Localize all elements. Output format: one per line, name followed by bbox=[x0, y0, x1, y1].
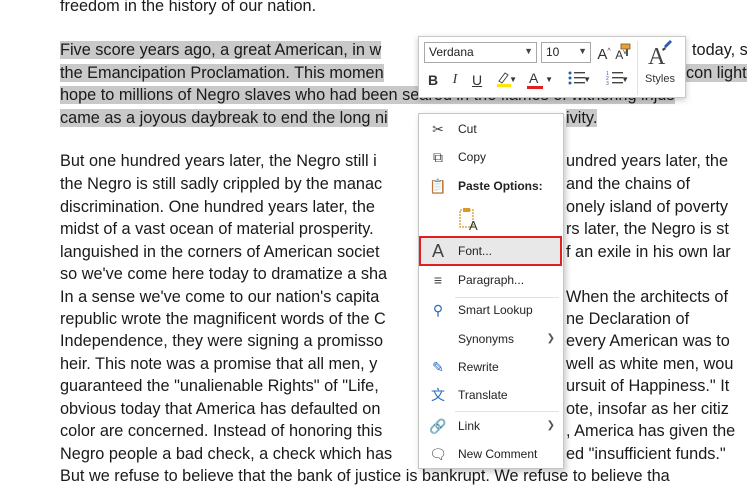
clipboard-icon: 📋 bbox=[429, 178, 447, 194]
comment-icon: 🗨 bbox=[429, 446, 447, 462]
doc-line-selected: Five score years ago, a great American, … bbox=[60, 41, 382, 59]
font-color-button[interactable]: A ▼ bbox=[527, 70, 553, 90]
chevron-right-icon: ❯ bbox=[546, 420, 555, 431]
doc-line-selected: came as a joyous daybreak to end the lon… bbox=[60, 109, 388, 127]
doc-fragment: undred years later, the bbox=[566, 152, 729, 170]
menu-item-copy[interactable]: ⧉ Copy bbox=[419, 145, 563, 169]
doc-fragment: ursuit of Happiness." It bbox=[566, 377, 730, 395]
doc-line: obvious today that America has defaulted… bbox=[60, 400, 381, 418]
context-menu: ✂ Cut ⧉ Copy 📋 Paste Options: A A Font..… bbox=[418, 113, 564, 469]
chevron-right-icon: ❯ bbox=[546, 333, 555, 344]
numbering-button[interactable]: 123 ▼ bbox=[601, 70, 629, 90]
doc-line: discrimination. One hundred years later,… bbox=[60, 198, 375, 216]
styles-icon: A bbox=[648, 40, 672, 70]
doc-line: heir. This note was a promise that all m… bbox=[60, 355, 378, 373]
rewrite-icon: ✎ bbox=[432, 359, 444, 375]
highlight-color-button[interactable]: ▼ bbox=[491, 70, 517, 90]
doc-line: freedom in the history of our nation. bbox=[60, 0, 317, 15]
menu-item-synonyms[interactable]: Synonyms ❯ bbox=[419, 327, 563, 351]
menu-item-new-comment[interactable]: 🗨 New Comment bbox=[419, 442, 563, 466]
doc-fragment: f an exile in his own lar bbox=[566, 243, 731, 261]
doc-fragment: rs later, the Negro is st bbox=[566, 220, 729, 238]
menu-item-link[interactable]: 🔗 Link ❯ bbox=[419, 414, 563, 438]
svg-text:A: A bbox=[469, 218, 478, 231]
svg-text:3: 3 bbox=[606, 81, 609, 86]
doc-fragment: well as white men, wou bbox=[566, 355, 734, 373]
doc-fragment: When the architects of bbox=[566, 288, 728, 306]
font-name-combobox[interactable]: Verdana ▼ bbox=[424, 42, 537, 63]
paragraph-icon: ≡ bbox=[433, 272, 443, 288]
menu-item-paste-options: 📋 Paste Options: bbox=[429, 178, 543, 194]
menu-item-rewrite[interactable]: ✎ Rewrite bbox=[419, 355, 563, 379]
doc-fragment: ne Declaration of bbox=[566, 310, 690, 328]
chevron-down-icon: ▼ bbox=[545, 75, 553, 84]
menu-item-cut[interactable]: ✂ Cut bbox=[419, 117, 563, 141]
doc-line: midst of a vast ocean of material prospe… bbox=[60, 220, 374, 238]
doc-line: color are concerned. Instead of honoring… bbox=[60, 422, 383, 440]
styles-label[interactable]: Styles bbox=[645, 73, 675, 85]
doc-line: republic wrote the magnificent words of … bbox=[60, 310, 386, 328]
doc-fragment: con light bbox=[686, 64, 747, 82]
menu-item-translate[interactable]: 文 Translate bbox=[419, 383, 563, 407]
doc-line: the Negro is still sadly crippled by the… bbox=[60, 175, 383, 193]
doc-fragment: ed "insufficient funds." bbox=[566, 445, 726, 463]
format-painter-icon bbox=[620, 43, 631, 56]
svg-text:A: A bbox=[648, 44, 666, 70]
paste-keep-text-only-button[interactable]: A bbox=[459, 207, 481, 233]
doc-line: languished in the corners of American so… bbox=[60, 243, 380, 261]
doc-line: Negro people a bad check, a check which … bbox=[60, 445, 393, 463]
translate-icon: 文 bbox=[431, 387, 445, 403]
underline-button[interactable]: U bbox=[468, 70, 486, 90]
mini-toolbar: Verdana ▼ 10 ▼ A^ Av B I U ▼ A ▼ ▼ 123 ▼… bbox=[418, 36, 686, 98]
chevron-down-icon: ▼ bbox=[621, 75, 629, 84]
font-icon: A bbox=[431, 241, 444, 261]
menu-item-smart-lookup[interactable]: ⚲ Smart Lookup bbox=[419, 298, 563, 322]
toolbar-separator bbox=[637, 41, 638, 95]
doc-line: guaranteed the "unalienable Rights" of "… bbox=[60, 377, 379, 395]
copy-icon: ⧉ bbox=[433, 149, 443, 165]
link-icon: 🔗 bbox=[429, 418, 447, 434]
doc-fragment: and the chains of bbox=[566, 175, 691, 193]
styles-button[interactable]: A bbox=[646, 40, 676, 70]
scissors-icon: ✂ bbox=[432, 121, 444, 137]
doc-fragment: , America has given the bbox=[566, 422, 736, 440]
doc-line: In a sense we've come to our nation's ca… bbox=[60, 288, 380, 306]
menu-divider bbox=[455, 411, 559, 412]
doc-line: so we've come here today to dramatize a … bbox=[60, 265, 388, 283]
format-painter-button[interactable] bbox=[618, 42, 636, 62]
doc-line: Independence, they were signing a promis… bbox=[60, 332, 384, 350]
doc-fragment: today, s bbox=[692, 41, 747, 59]
bullets-button[interactable]: ▼ bbox=[563, 70, 591, 90]
chevron-down-icon: ▼ bbox=[578, 46, 587, 56]
doc-line: But we refuse to believe that the bank o… bbox=[60, 467, 670, 485]
grow-font-button[interactable]: A^ bbox=[595, 42, 613, 63]
italic-button[interactable]: I bbox=[446, 70, 464, 90]
doc-fragment: ivity. bbox=[566, 109, 598, 127]
chevron-down-icon: ▼ bbox=[524, 46, 533, 56]
bold-button[interactable]: B bbox=[424, 70, 442, 90]
doc-line-selected: the Emancipation Proclamation. This mome… bbox=[60, 64, 384, 82]
menu-item-font[interactable]: A Font... bbox=[419, 239, 563, 263]
font-size-combobox[interactable]: 10 ▼ bbox=[541, 42, 591, 63]
chevron-down-icon: ▼ bbox=[509, 75, 517, 84]
menu-item-paragraph[interactable]: ≡ Paragraph... bbox=[419, 268, 563, 292]
paste-text-only-icon: A bbox=[459, 208, 478, 233]
doc-fragment: ote, insofar as her citiz bbox=[566, 400, 729, 418]
chevron-down-icon: ▼ bbox=[583, 75, 591, 84]
doc-fragment: onely island of poverty bbox=[566, 198, 729, 216]
doc-line: But one hundred years later, the Negro s… bbox=[60, 152, 377, 170]
search-icon: ⚲ bbox=[432, 302, 444, 318]
doc-fragment: every American was to bbox=[566, 332, 730, 350]
